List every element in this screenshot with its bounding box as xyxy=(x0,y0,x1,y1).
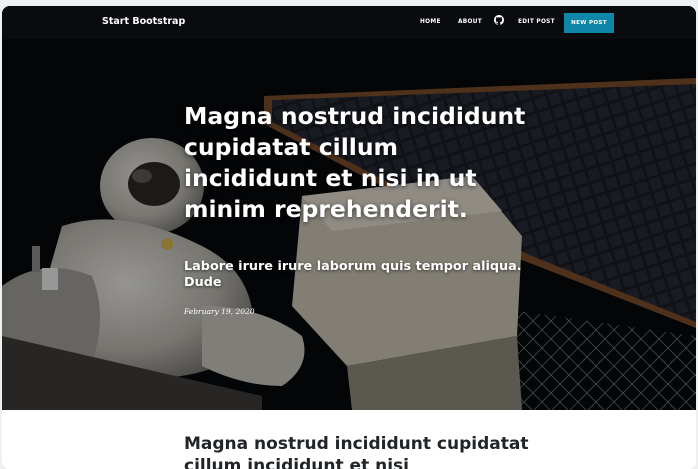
new-post-button[interactable]: NEW POST xyxy=(564,13,614,33)
nav-item-edit-post[interactable]: EDIT POST xyxy=(518,19,555,25)
brand-link[interactable]: Start Bootstrap xyxy=(102,16,185,27)
github-icon xyxy=(494,15,504,25)
top-navbar: Start Bootstrap HOME ABOUT EDIT POST NEW… xyxy=(2,6,696,39)
post-date: February 19, 2020 xyxy=(184,307,255,316)
browser-viewport: Start Bootstrap HOME ABOUT EDIT POST NEW… xyxy=(2,6,696,469)
nav-item-home[interactable]: HOME xyxy=(420,19,441,25)
post-header-hero: Start Bootstrap HOME ABOUT EDIT POST NEW… xyxy=(2,6,696,410)
nav-item-about[interactable]: ABOUT xyxy=(458,19,482,25)
post-subtitle: Labore irure irure laborum quis tempor a… xyxy=(184,259,522,290)
post-title: Magna nostrud incididunt cupidatat cillu… xyxy=(184,102,526,223)
post-body-title: Magna nostrud incididunt cupidatat cillu… xyxy=(184,434,529,469)
github-link[interactable] xyxy=(494,15,504,25)
